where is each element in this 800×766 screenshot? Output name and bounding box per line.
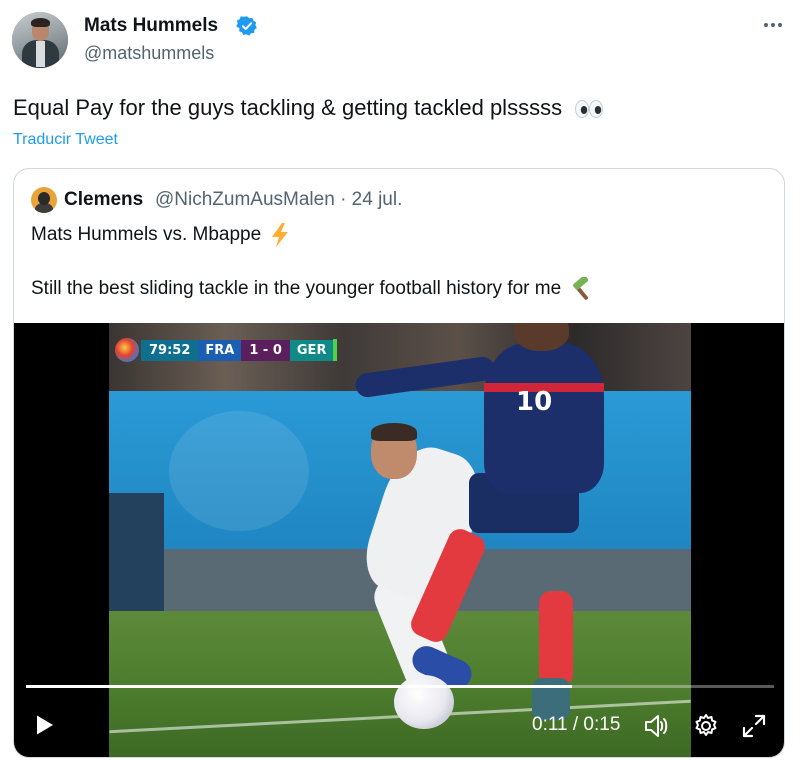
quoted-author-avatar[interactable]: [31, 187, 57, 213]
hammer-emoji: [573, 277, 589, 300]
author-name[interactable]: Mats Hummels: [84, 15, 218, 37]
video-progress-fill: [26, 685, 573, 688]
scorebug: 79:52 FRA 1 - 0 GER: [115, 338, 338, 362]
quoted-tweet-card[interactable]: Clemens @NichZumAusMalen · 24 jul. Mats …: [13, 168, 785, 758]
video-frame: 10 79:52 FRA 1 - 0 GER: [109, 323, 691, 757]
video-player[interactable]: 10 79:52 FRA 1 - 0 GER 0:11 / 0:15: [14, 323, 784, 757]
team-home: FRA: [198, 339, 242, 361]
video-progress-bar[interactable]: [26, 685, 774, 688]
quoted-text-line-2: Still the best sliding tackle in the you…: [31, 277, 594, 301]
quoted-text-title: Mats Hummels vs. Mbappe: [31, 224, 262, 246]
jersey-number: 10: [516, 387, 553, 417]
fullscreen-icon[interactable]: [740, 712, 768, 740]
tweet-text-content: Equal Pay for the guys tackling & gettin…: [13, 95, 563, 120]
quoted-text-body: Still the best sliding tackle in the you…: [31, 278, 562, 300]
translate-tweet-link[interactable]: Traducir Tweet: [13, 131, 118, 149]
author-handle[interactable]: @matshummels: [84, 43, 214, 64]
volume-icon[interactable]: [642, 712, 670, 740]
eyes-emoji: [575, 100, 604, 119]
tweet-text: Equal Pay for the guys tackling & gettin…: [13, 95, 604, 121]
quoted-text-line-1: Mats Hummels vs. Mbappe: [31, 223, 290, 247]
author-avatar[interactable]: [12, 12, 68, 68]
match-score: 1 - 0: [241, 339, 290, 361]
quoted-author-meta: @NichZumAusMalen · 24 jul.: [155, 189, 403, 210]
euro-logo-icon: [115, 338, 139, 362]
more-options-icon[interactable]: [760, 12, 786, 38]
football: [394, 675, 454, 729]
video-time: 0:11 / 0:15: [532, 714, 621, 735]
settings-gear-icon[interactable]: [692, 712, 720, 740]
match-clock: 79:52: [141, 339, 199, 361]
team-away: GER: [289, 339, 334, 361]
quoted-author-name[interactable]: Clemens: [64, 189, 143, 211]
verified-badge-icon: [236, 16, 257, 36]
play-icon[interactable]: [32, 713, 56, 737]
lightning-emoji: [272, 223, 289, 247]
